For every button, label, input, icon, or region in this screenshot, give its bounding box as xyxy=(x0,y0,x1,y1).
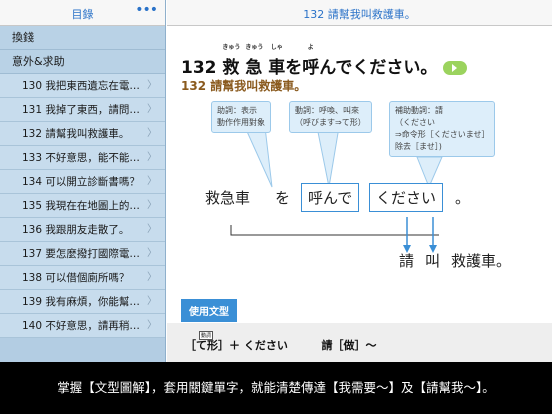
sidebar-item-label: 134 可以開立診斷書嗎？ xyxy=(22,176,140,188)
bracket-line xyxy=(230,225,439,236)
translation-call: 叫 xyxy=(425,252,441,270)
callout-pointer-1 xyxy=(244,126,273,188)
note-text: （ください xyxy=(395,118,435,127)
note-text: （呼びます⇒て形） xyxy=(295,118,366,127)
sidebar-item-139[interactable]: 139 我有麻煩，你能幫… 〉 xyxy=(0,290,165,314)
sidebar-item-label: 136 我跟朋友走散了。 xyxy=(22,224,130,236)
tab-grammar-pattern[interactable]: 使用文型 xyxy=(181,299,237,322)
chevron-right-icon: 〉 xyxy=(147,224,157,235)
sidebar-item-label: 137 要怎麼撥打國際電… xyxy=(22,248,140,260)
chevron-right-icon: 〉 xyxy=(147,296,157,307)
grammar-ruby: 動詞 xyxy=(199,331,214,340)
chevron-right-icon: 〉 xyxy=(147,152,157,163)
note-particle: 助詞：表示 動作作用對象 xyxy=(211,101,271,133)
sidebar-item-138[interactable]: 138 可以借個廁所嗎？ 〉 xyxy=(0,266,165,290)
chevron-right-icon: 〉 xyxy=(147,176,157,187)
chevron-right-icon: 〉 xyxy=(147,128,157,139)
chevron-right-icon: 〉 xyxy=(147,80,157,91)
sidebar: 目錄 ••• 換錢 意外&求助 130 我把東西遺忘在電… 〉 131 我掉了東西… xyxy=(0,0,166,362)
grammar-diagram xyxy=(230,126,443,253)
note-text: 助詞：表示 xyxy=(217,106,257,115)
chevron-right-icon: 〉 xyxy=(147,104,157,115)
chevron-right-icon: 〉 xyxy=(147,248,157,259)
translation-please: 請 xyxy=(399,252,415,270)
sidebar-item-label: 132 請幫我叫救護車。 xyxy=(22,128,130,140)
note-verb: 動詞：呼喚、叫來 （呼びます⇒て形） xyxy=(289,101,372,133)
sidebar-item-132[interactable]: 132 請幫我叫救護車。 〉 xyxy=(0,122,165,146)
sidebar-item-134[interactable]: 134 可以開立診斷書嗎？ 〉 xyxy=(0,170,165,194)
more-icon[interactable]: ••• xyxy=(135,2,158,18)
sidebar-item-135[interactable]: 135 我現在在地圖上的… 〉 xyxy=(0,194,165,218)
sidebar-header: 目錄 ••• xyxy=(0,0,165,26)
note-text: 補助動詞：請 xyxy=(395,106,443,115)
translation-ambulance: 救護車。 xyxy=(451,252,512,270)
sidebar-item-140[interactable]: 140 不好意思，請再稍… 〉 xyxy=(0,314,165,338)
promo-caption: 掌握【文型圖解】，套用關鍵單字，就能清楚傳達【我需要～】及【請幫我～】。 xyxy=(0,362,552,414)
note-text: 動詞：呼喚、叫來 xyxy=(295,106,359,115)
sidebar-item-label: 140 不好意思，請再稍… xyxy=(22,320,140,332)
sentence-period: 。 xyxy=(455,189,471,207)
sidebar-category-emergency[interactable]: 意外&求助 xyxy=(0,50,165,74)
grammar-pattern-text: ［て形］＋ ください xyxy=(185,339,288,352)
sidebar-item-label: 139 我有麻煩，你能幫… xyxy=(22,296,140,308)
sidebar-category-currency[interactable]: 換錢 xyxy=(0,26,165,50)
sentence-word-kyukyusha: 救急車 xyxy=(205,189,251,207)
sentence-word-kudasai: ください xyxy=(369,183,444,212)
sidebar-item-136[interactable]: 136 我跟朋友走散了。 〉 xyxy=(0,218,165,242)
note-text: ⇒命令形［くださいませ］ xyxy=(395,130,490,139)
sidebar-item-133[interactable]: 133 不好意思，能不能… 〉 xyxy=(0,146,165,170)
sentence-word-yonde: 呼んで xyxy=(301,183,360,212)
sentence-particle-o: を xyxy=(275,189,291,207)
page-title: 132 請幫我叫救護車。 xyxy=(303,8,416,21)
grammar-panel: 動詞 ［て形］＋ ください 請［做］～ xyxy=(167,323,552,362)
chevron-right-icon: 〉 xyxy=(147,272,157,283)
sidebar-item-130[interactable]: 130 我把東西遺忘在電… 〉 xyxy=(0,74,165,98)
top-bar: 132 請幫我叫救護車。 xyxy=(167,0,552,26)
sidebar-item-137[interactable]: 137 要怎麼撥打國際電… 〉 xyxy=(0,242,165,266)
note-aux-verb: 補助動詞：請 （ください ⇒命令形［くださいませ］ 除去［ませ］) xyxy=(389,101,496,157)
grammar-pattern: 動詞 ［て形］＋ ください 請［做］～ xyxy=(185,331,377,353)
chevron-right-icon: 〉 xyxy=(147,200,157,211)
sidebar-item-131[interactable]: 131 我掉了東西，請問… 〉 xyxy=(0,98,165,122)
sidebar-item-label: 135 我現在在地圖上的… xyxy=(22,200,140,212)
note-text: 除去［ませ］) xyxy=(395,142,442,151)
sidebar-item-label: 130 我把東西遺忘在電… xyxy=(22,80,140,92)
sidebar-item-label: 138 可以借個廁所嗎？ xyxy=(22,272,130,284)
lesson-content: 132 きゅう救 きゅう急 しゃ車 を よ呼 んでください。 132 請幫我叫救… xyxy=(167,27,552,362)
note-text: 動作作用對象 xyxy=(217,118,265,127)
sidebar-item-label: 133 不好意思，能不能… xyxy=(22,152,140,164)
sidebar-item-label: 131 我掉了東西，請問… xyxy=(22,104,140,116)
callout-pointer-2 xyxy=(316,126,340,188)
chevron-right-icon: 〉 xyxy=(147,320,157,331)
grammar-meaning: 請［做］～ xyxy=(321,339,377,352)
